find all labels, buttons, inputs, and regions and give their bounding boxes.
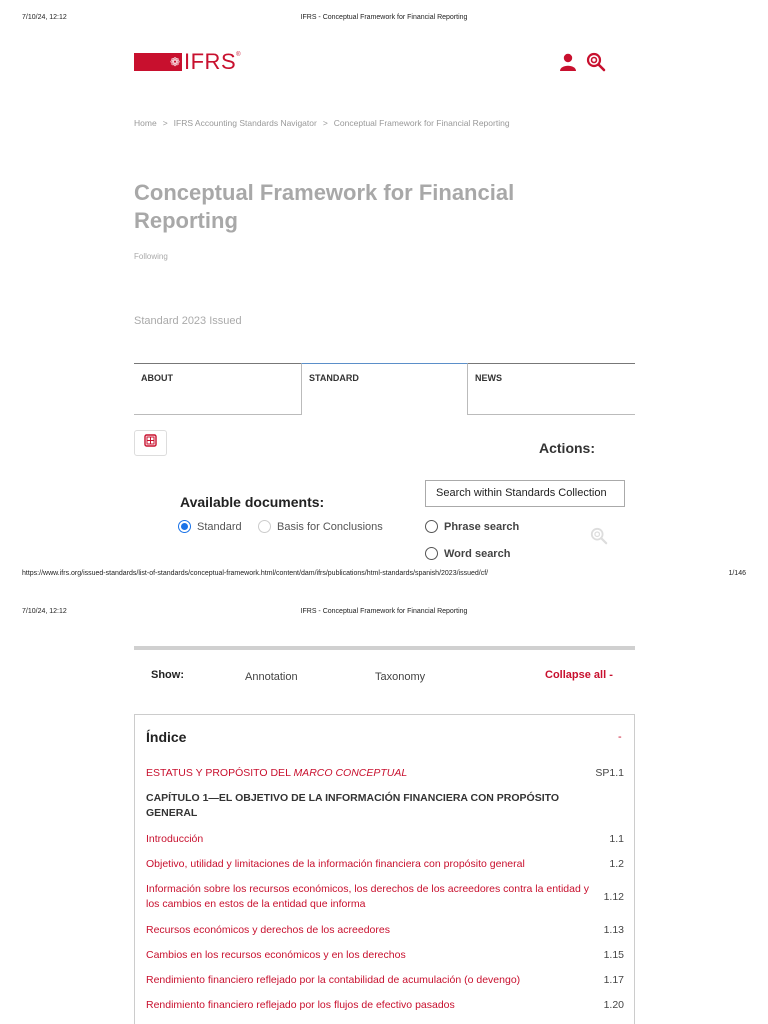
- toc-item-ref: 1.20: [603, 999, 624, 1011]
- toc-item[interactable]: Objetivo, utilidad y limitaciones de la …: [146, 857, 624, 872]
- toc-item-text[interactable]: Recursos económicos y derechos de los ac…: [146, 923, 591, 938]
- toc-item-text[interactable]: Introducción: [146, 832, 591, 847]
- toc-item-text-emphasis: MARCO CONCEPTUAL: [293, 767, 408, 779]
- index-title: Índice: [146, 729, 187, 745]
- toc-item-text[interactable]: Cambios en los recursos económicos y en …: [146, 948, 591, 963]
- doc-option-standard[interactable]: Standard: [178, 520, 242, 533]
- toc-item-text[interactable]: ESTATUS Y PROPÓSITO DEL MARCO CONCEPTUAL: [146, 766, 591, 781]
- toc-item-ref: 1.1: [609, 833, 624, 845]
- show-taxonomy-toggle[interactable]: Taxonomy: [375, 671, 425, 683]
- search-icon[interactable]: [586, 52, 606, 72]
- breadcrumb-separator: >: [162, 118, 168, 128]
- toc-chapter-heading: CAPÍTULO 1—EL OBJETIVO DE LA INFORMACIÓN…: [146, 791, 624, 821]
- toc-item-text[interactable]: Información sobre los recursos económico…: [146, 882, 591, 912]
- ifrs-logo[interactable]: ❁ IFRS ®: [134, 49, 241, 74]
- doc-option-label: Standard: [197, 520, 242, 533]
- toc-item-ref: SP1.1: [595, 767, 624, 779]
- toc-item[interactable]: Recursos económicos y derechos de los ac…: [146, 923, 624, 938]
- toc-item-ref: 1.2: [609, 858, 624, 870]
- search-submit-button[interactable]: [590, 527, 608, 550]
- standard-status: Standard 2023 Issued: [134, 315, 242, 327]
- print-doc-title: IFRS - Conceptual Framework for Financia…: [300, 14, 468, 21]
- radio-phrase[interactable]: [425, 520, 438, 533]
- toc-item-ref: 1.17: [603, 974, 624, 986]
- pdf-icon: [144, 434, 157, 452]
- tab-news[interactable]: NEWS: [468, 363, 635, 415]
- available-documents-label: Available documents:: [180, 494, 325, 510]
- breadcrumb-separator: >: [322, 118, 328, 128]
- print-doc-title: IFRS - Conceptual Framework for Financia…: [300, 608, 468, 615]
- tab-bar: ABOUT STANDARD NEWS: [134, 363, 635, 415]
- toc-item-text[interactable]: Rendimiento financiero reflejado por los…: [146, 998, 591, 1013]
- pdf-button[interactable]: [134, 430, 167, 456]
- toc-item[interactable]: Rendimiento financiero reflejado por la …: [146, 973, 624, 988]
- actions-label: Actions:: [539, 440, 595, 456]
- toc-item-text-prefix: ESTATUS Y PROPÓSITO DEL: [146, 767, 294, 779]
- radio-standard[interactable]: [178, 520, 191, 533]
- search-option-word[interactable]: Word search: [425, 547, 510, 560]
- toc-item[interactable]: Introducción 1.1: [146, 832, 624, 847]
- logo-trademark: ®: [236, 52, 241, 58]
- show-bar: [134, 646, 635, 690]
- toc-item-ref: 1.13: [603, 924, 624, 936]
- print-url: https://www.ifrs.org/issued-standards/li…: [22, 570, 489, 577]
- toc-item-ref: 1.12: [603, 891, 624, 903]
- search-option-label: Word search: [444, 547, 511, 560]
- toc-item[interactable]: Información sobre los recursos económico…: [146, 882, 624, 912]
- print-page-number: 1/146: [728, 570, 746, 577]
- tab-standard[interactable]: STANDARD: [301, 363, 468, 415]
- toc-item-text[interactable]: Objetivo, utilidad y limitaciones de la …: [146, 857, 591, 872]
- index-collapse-button[interactable]: -: [618, 731, 622, 743]
- toc-chapter-text: CAPÍTULO 1—EL OBJETIVO DE LA INFORMACIÓN…: [146, 792, 560, 819]
- tab-about[interactable]: ABOUT: [134, 363, 301, 415]
- toc-item-ref: 1.15: [603, 949, 624, 961]
- page-title: Conceptual Framework for Financial Repor…: [134, 180, 515, 233]
- toc-item-text[interactable]: Rendimiento financiero reflejado por la …: [146, 973, 591, 988]
- breadcrumb-current[interactable]: Conceptual Framework for Financial Repor…: [334, 118, 510, 128]
- user-icon[interactable]: [558, 52, 578, 72]
- toc-item[interactable]: Rendimiento financiero reflejado por los…: [146, 998, 624, 1013]
- doc-option-label: Basis for Conclusions: [277, 520, 383, 533]
- logo-text: IFRS: [184, 49, 237, 74]
- toc-item[interactable]: ESTATUS Y PROPÓSITO DEL MARCO CONCEPTUAL…: [146, 766, 624, 781]
- radio-word[interactable]: [425, 547, 438, 560]
- search-option-phrase[interactable]: Phrase search: [425, 520, 519, 533]
- breadcrumb-home[interactable]: Home: [134, 118, 157, 128]
- logo-bar: [134, 53, 168, 71]
- search-icon: [590, 527, 608, 549]
- search-option-label: Phrase search: [444, 520, 520, 533]
- logo-mark-icon: ❁: [168, 53, 182, 71]
- following-label[interactable]: Following: [134, 252, 168, 261]
- breadcrumb: Home > IFRS Accounting Standards Navigator…: [134, 118, 510, 128]
- show-annotation-toggle[interactable]: Annotation: [245, 671, 298, 683]
- header-icons: [558, 52, 606, 72]
- collapse-all-button[interactable]: Collapse all -: [545, 669, 613, 681]
- show-label: Show:: [151, 669, 184, 681]
- doc-option-basis[interactable]: Basis for Conclusions: [258, 520, 383, 533]
- breadcrumb-navigator[interactable]: IFRS Accounting Standards Navigator: [174, 118, 317, 128]
- toc-item[interactable]: Cambios en los recursos económicos y en …: [146, 948, 624, 963]
- search-input[interactable]: Search within Standards Collection: [425, 480, 625, 507]
- radio-basis[interactable]: [258, 520, 271, 533]
